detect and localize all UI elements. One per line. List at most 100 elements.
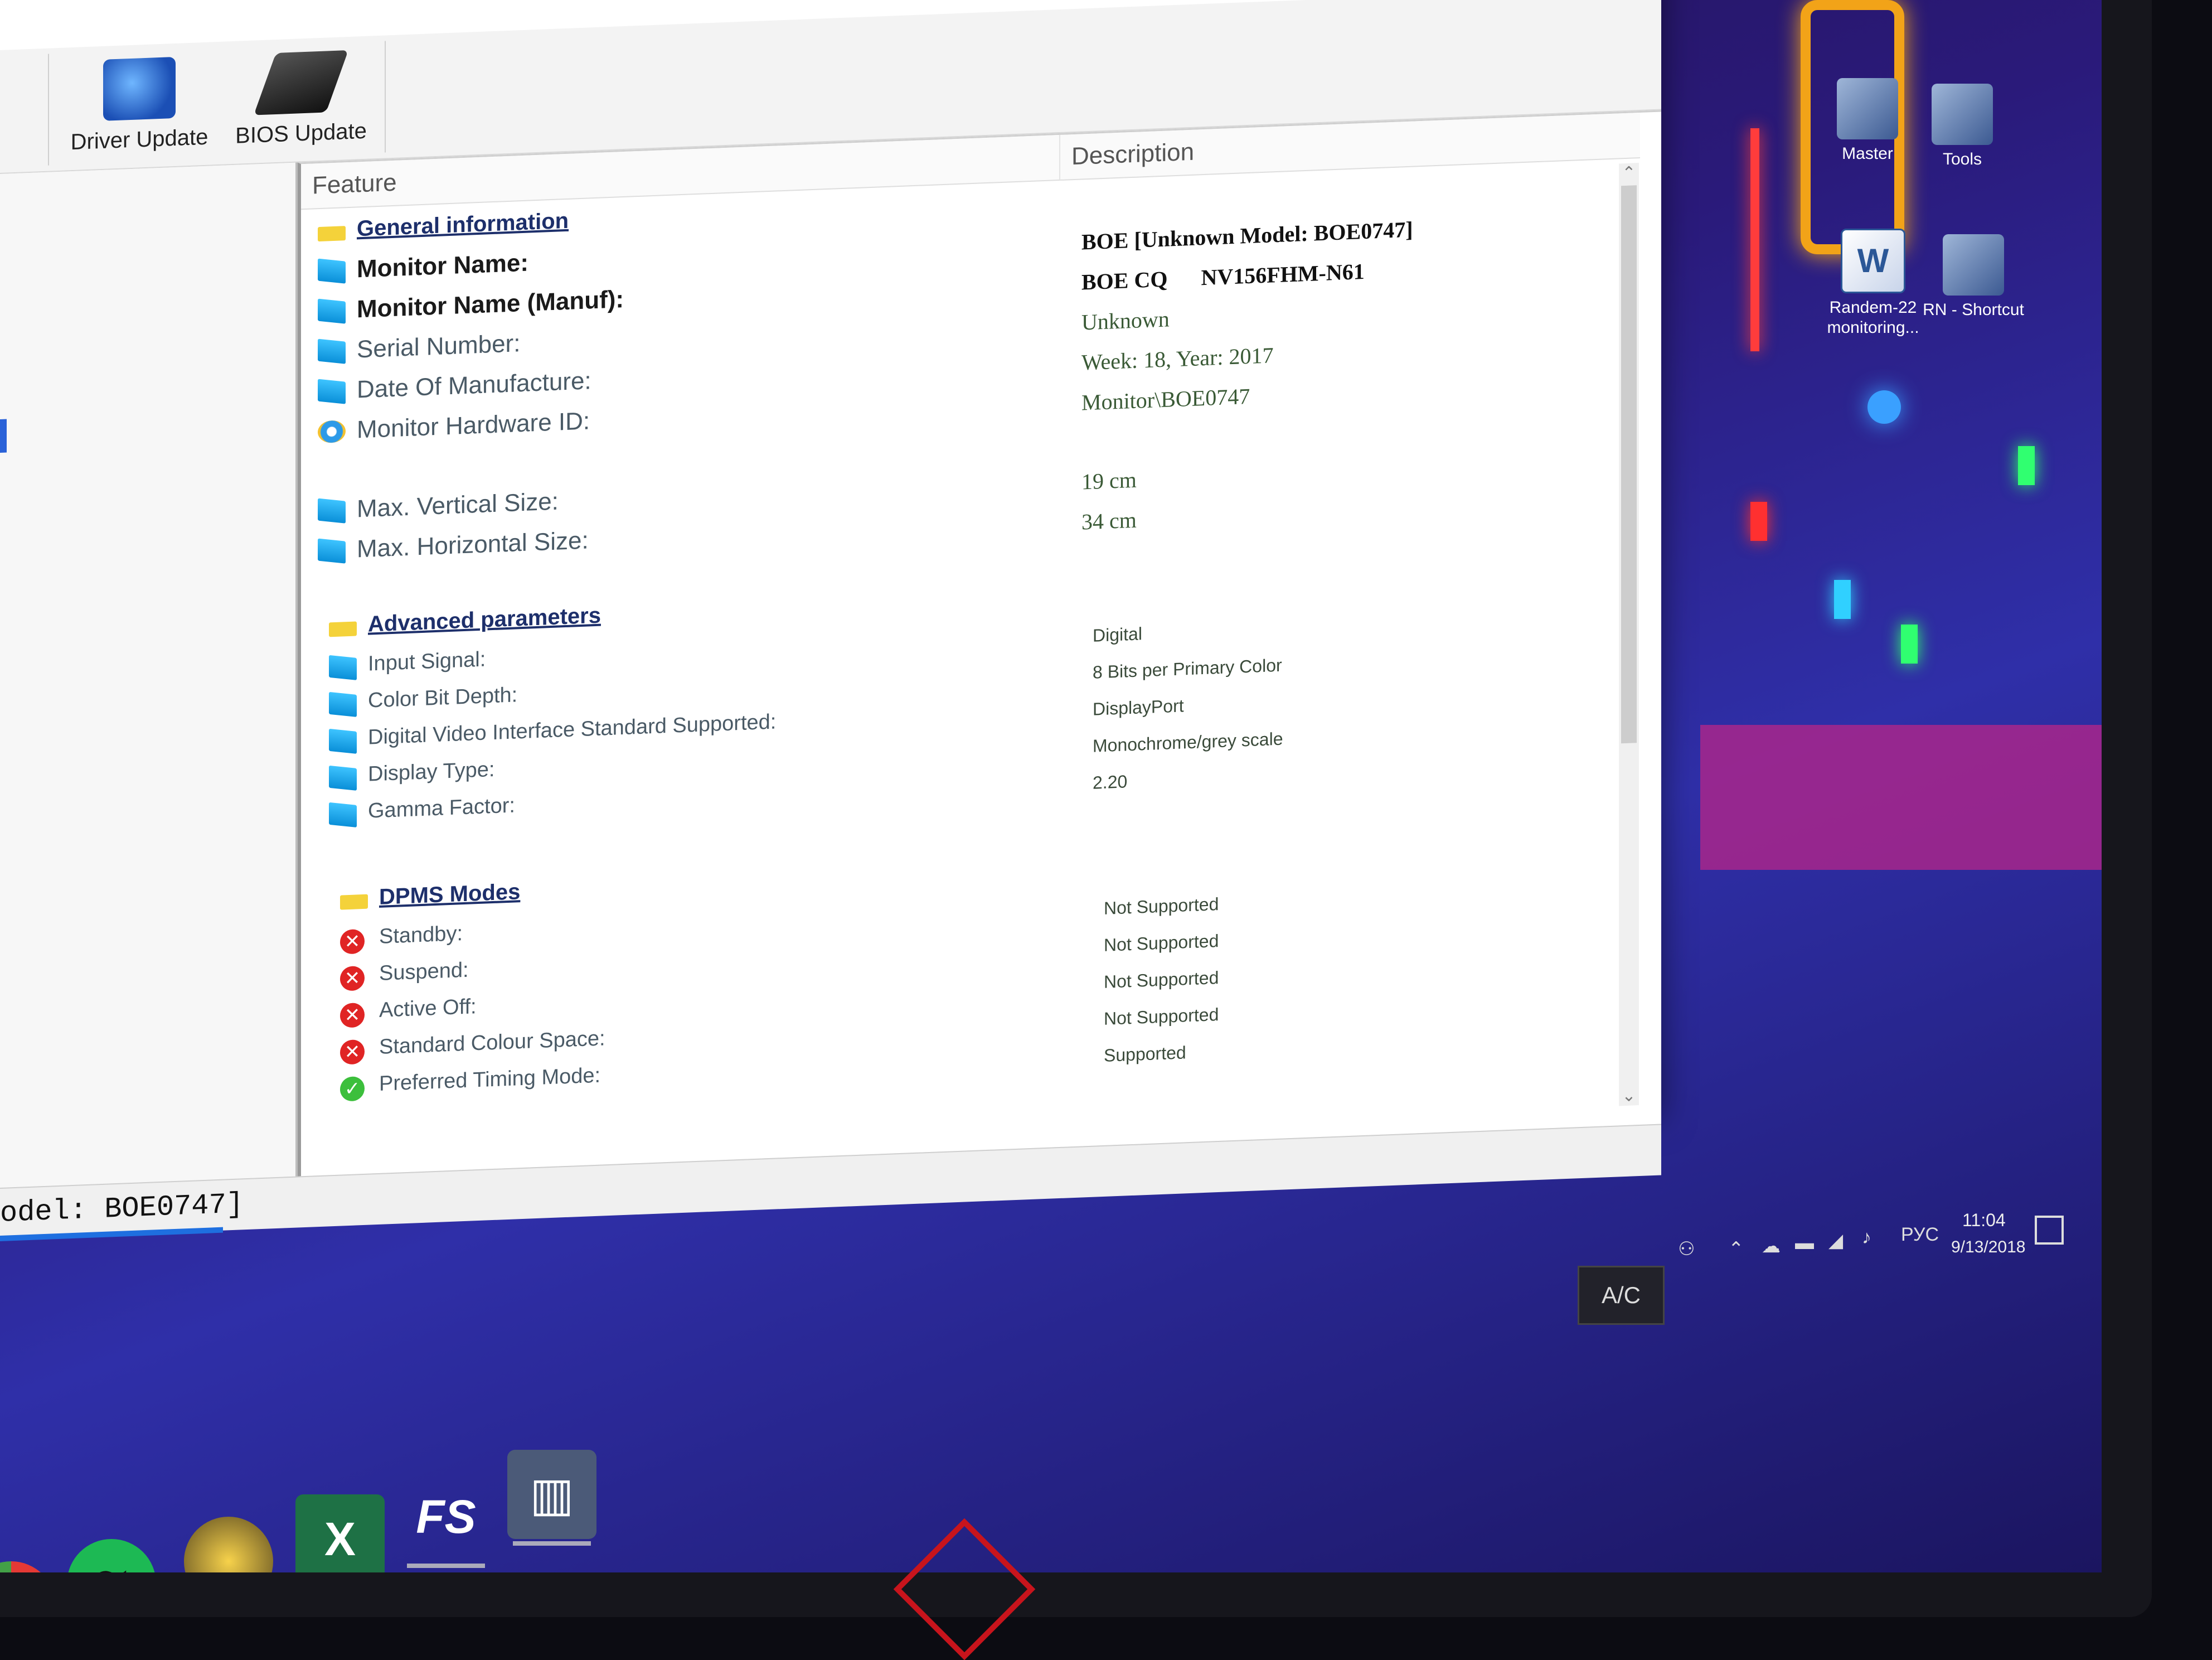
folder-icon <box>329 621 357 637</box>
folder-tray-icon[interactable]: ▬ <box>1795 1232 1814 1254</box>
language-indicator[interactable]: РУС <box>1901 1224 1939 1246</box>
tree-selection-marker <box>0 419 7 453</box>
monitor-icon <box>318 538 346 564</box>
wallpaper-ground <box>1700 725 2102 870</box>
feature-label: Serial Number: <box>357 330 521 364</box>
feature-label: Active Off: <box>379 995 477 1022</box>
feature-label: Monitor Hardware ID: <box>357 407 590 444</box>
feature-label: Monitor Name (Manuf): <box>357 285 624 323</box>
wallpaper-neon-tube <box>1750 128 1759 351</box>
gear-icon <box>318 420 346 444</box>
vertical-scrollbar[interactable]: ⌃ ⌄ <box>1619 163 1639 1106</box>
section-title: DPMS Modes <box>379 879 521 909</box>
spotify-icon[interactable]: ≋ <box>67 1539 156 1572</box>
scroll-down-icon[interactable]: ⌄ <box>1619 1086 1639 1106</box>
feature-value: Not Supported <box>1104 894 1219 918</box>
desktop-icon-label: Randem-22 monitoring... <box>1827 298 1919 337</box>
monitor-icon <box>329 802 357 827</box>
feature-label: Standard Colour Space: <box>379 1027 605 1059</box>
feature-value: Week: 18, Year: 2017 <box>1081 342 1274 375</box>
feature-label: Max. Horizontal Size: <box>357 526 589 563</box>
wallpaper-light <box>1867 390 1901 424</box>
chevron-up-icon[interactable]: ⌃ <box>1728 1238 1744 1260</box>
section-title: Advanced parameters <box>368 603 601 637</box>
monitor-icon <box>329 765 357 791</box>
driver-update-label: Driver Update <box>70 124 208 155</box>
excel-icon[interactable]: X <box>295 1494 385 1572</box>
monitor-icon <box>329 691 357 717</box>
feature-label: Preferred Timing Mode: <box>379 1063 601 1096</box>
word-document-icon <box>1841 229 1905 293</box>
cloud-icon[interactable]: ☁ <box>1762 1235 1781 1257</box>
section-title: General information <box>357 208 569 241</box>
feature-value: 19 cm <box>1081 467 1137 495</box>
folder-icon <box>340 894 368 910</box>
monitor-icon <box>318 258 346 284</box>
feature-value: Unknown <box>1081 306 1170 335</box>
desktop-icon-label: Tools <box>1942 150 1982 168</box>
taskbar: ≋ X FS ▥ <box>0 1427 669 1572</box>
network-icon[interactable]: ◢ <box>1828 1230 1843 1252</box>
driver-update-button[interactable]: Driver Update <box>61 47 217 165</box>
monitor-icon <box>318 338 346 364</box>
monitor-icon <box>329 655 357 680</box>
fs-icon[interactable]: FS <box>401 1472 491 1568</box>
monitor-icon <box>318 498 346 524</box>
clock-date[interactable]: 9/13/2018 <box>1951 1238 2025 1257</box>
status-progress <box>0 1227 223 1241</box>
scroll-up-icon[interactable]: ⌃ <box>1619 163 1639 183</box>
feature-label: Input Signal: <box>368 647 486 676</box>
status-text: odel: BOE0747] <box>0 1188 244 1230</box>
monitor-info-window: — ☐ ✕ Driver Update BIOS Update Feature … <box>0 0 1661 1241</box>
ac-badge[interactable]: A/C <box>1578 1266 1665 1325</box>
feature-value: Not Supported <box>1104 931 1219 955</box>
scroll-thumb[interactable] <box>1621 185 1637 744</box>
check-icon: ✓ <box>340 1076 365 1102</box>
people-icon[interactable]: ⚇ <box>1678 1238 1695 1260</box>
toolbar-separator <box>48 54 49 166</box>
feature-value: Supported <box>1104 1042 1186 1066</box>
error-icon: ✕ <box>340 1002 365 1028</box>
master-icon <box>1837 78 1898 139</box>
desktop-icon-label: Master <box>1842 144 1893 163</box>
feature-label: Date Of Manufacture: <box>357 367 591 404</box>
desktop-screen: Master Tools Randem-22 monitoring... RN … <box>0 0 2102 1572</box>
bios-update-button[interactable]: BIOS Update <box>223 41 379 159</box>
monitor-tool-icon[interactable]: ▥ <box>507 1450 596 1546</box>
chrome-icon[interactable] <box>0 1561 56 1572</box>
wallpaper-lamp <box>2018 446 2035 485</box>
bee-icon[interactable] <box>184 1517 273 1572</box>
desktop-icon-label: RN - Shortcut <box>1923 301 2024 319</box>
navigation-tree[interactable] <box>0 162 298 1194</box>
feature-label: Max. Vertical Size: <box>357 487 559 523</box>
monitor-icon <box>329 728 357 754</box>
feature-value: BOE [Unknown Model: BOE0747] <box>1081 216 1413 255</box>
wallpaper-lamp <box>1834 580 1851 619</box>
desktop-icon-tools[interactable]: Tools <box>1907 84 2018 170</box>
wallpaper-lamp <box>1901 625 1918 664</box>
fs-label: FS <box>416 1490 476 1543</box>
error-icon: ✕ <box>340 928 365 955</box>
desktop-icon-randem[interactable]: Randem-22 monitoring... <box>1817 229 1929 338</box>
feature-label: Color Bit Depth: <box>368 683 518 713</box>
feature-value: Monochrome/grey scale <box>1093 728 1283 756</box>
tools-icon <box>1932 84 1993 145</box>
feature-list: Feature Description General information … <box>298 110 1661 1185</box>
feature-label: Gamma Factor: <box>368 793 515 823</box>
error-icon: ✕ <box>340 965 365 991</box>
feature-value: 8 Bits per Primary Color <box>1093 655 1282 683</box>
feature-label: Standby: <box>379 922 463 948</box>
error-icon: ✕ <box>340 1039 365 1065</box>
feature-value: Not Supported <box>1104 967 1219 992</box>
feature-value: BOE CQ NV156FHM-N61 <box>1081 258 1365 295</box>
wallpaper-lamp <box>1750 502 1767 541</box>
shortcut-icon <box>1943 234 2004 296</box>
feature-label: Suspend: <box>379 958 469 985</box>
folder-icon <box>318 226 346 242</box>
clock-time[interactable]: 11:04 <box>1962 1210 2006 1231</box>
volume-icon[interactable]: ♪ <box>1862 1227 1871 1248</box>
action-center-icon[interactable] <box>2035 1216 2064 1245</box>
feature-label: Monitor Name: <box>357 249 528 283</box>
feature-value: DisplayPort <box>1093 695 1184 719</box>
desktop-icon-rn-shortcut[interactable]: RN - Shortcut <box>1918 234 2029 320</box>
